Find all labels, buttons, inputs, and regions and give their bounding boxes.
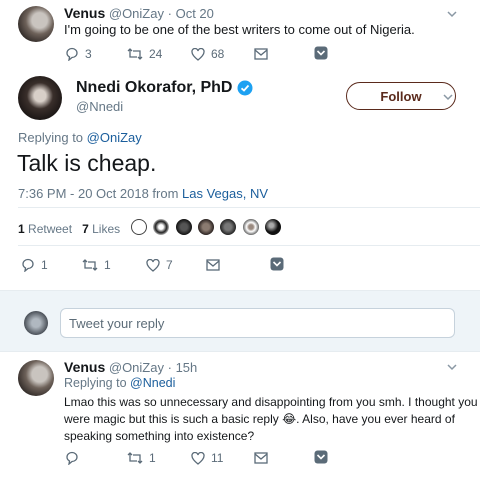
- chevron-down-icon[interactable]: [447, 9, 457, 19]
- message-icon[interactable]: [206, 259, 220, 271]
- message-icon[interactable]: [254, 48, 268, 60]
- avatar: [24, 311, 48, 335]
- tweet-date[interactable]: 15h: [176, 360, 198, 375]
- author-handle[interactable]: @OniZay: [109, 6, 164, 21]
- separator: ·: [167, 6, 172, 21]
- tweet-text-line: were magic but this is such a basic repl…: [64, 411, 476, 428]
- heart-icon: [146, 258, 160, 272]
- liker-avatar[interactable]: [220, 219, 236, 235]
- like-stat-count: 7: [82, 222, 89, 236]
- emoji: 😂: [282, 412, 297, 426]
- liker-avatar[interactable]: [153, 219, 169, 235]
- more-icon[interactable]: [270, 257, 284, 271]
- tweet-text-line: speaking something into existence?: [64, 429, 255, 443]
- like-button[interactable]: 68: [191, 47, 224, 61]
- author-name[interactable]: Nnedi Okorafor, PhD: [76, 79, 232, 97]
- like-button[interactable]: 11: [191, 451, 223, 465]
- chevron-down-icon[interactable]: [447, 362, 457, 372]
- replying-to-link[interactable]: @Nnedi: [130, 376, 175, 390]
- replying-to-prefix: Replying to: [18, 130, 84, 145]
- retweet-button[interactable]: 24: [127, 47, 162, 61]
- tweet-header: Venus @OniZay · 15h: [64, 359, 197, 375]
- avatar[interactable]: [18, 76, 62, 120]
- retweet-stat-count: 1: [18, 222, 25, 236]
- liker-avatar[interactable]: [243, 219, 259, 235]
- tweet-date[interactable]: Oct 20: [176, 6, 214, 21]
- retweet-icon: [127, 452, 143, 464]
- replying-to-link[interactable]: @OniZay: [87, 130, 142, 145]
- retweet-button[interactable]: 1: [82, 258, 111, 272]
- like-stat[interactable]: 7 Likes: [82, 222, 120, 236]
- like-count: 11: [211, 451, 224, 465]
- author-handle[interactable]: @Nnedi: [76, 99, 123, 114]
- tweet-header: Venus @OniZay · Oct 20: [64, 5, 214, 21]
- tweet-timestamp: 7:36 PM - 20 Oct 2018 from Las Vegas, NV: [18, 186, 268, 201]
- divider: [18, 207, 480, 208]
- separator: ·: [167, 360, 172, 375]
- retweet-icon: [82, 259, 98, 271]
- replying-to-prefix: Replying to: [64, 376, 127, 390]
- retweet-icon: [127, 48, 143, 60]
- reply-input[interactable]: Tweet your reply: [60, 308, 455, 338]
- like-count: 7: [166, 258, 173, 272]
- heart-icon: [191, 47, 205, 61]
- liker-avatar[interactable]: [198, 219, 214, 235]
- like-button[interactable]: 7: [146, 258, 173, 272]
- reply-count: 1: [41, 258, 48, 272]
- liker-avatar[interactable]: [176, 219, 192, 235]
- retweet-button[interactable]: 1: [127, 451, 156, 465]
- retweet-count: 1: [149, 451, 156, 465]
- retweet-stat-label: Retweet: [28, 222, 73, 236]
- liker-avatar[interactable]: [131, 219, 147, 235]
- liker-avatar[interactable]: [265, 219, 281, 235]
- retweet-count: 24: [149, 47, 163, 61]
- verified-badge-icon: [237, 80, 253, 96]
- tweet-text: Lmao this was so unnecessary and disappo…: [64, 394, 478, 445]
- location-link[interactable]: Las Vegas, NV: [182, 186, 268, 201]
- more-icon[interactable]: [314, 46, 328, 60]
- main-tweet-text: Talk is cheap.: [17, 150, 157, 176]
- retweet-count: 1: [104, 258, 111, 272]
- author-name[interactable]: Venus: [64, 359, 105, 375]
- tweet-text-part: . Also, have you ever heard of: [296, 412, 455, 426]
- retweet-stat[interactable]: 1 Retweet: [18, 222, 72, 236]
- reply-icon: [22, 258, 34, 272]
- author-handle[interactable]: @OniZay: [109, 360, 164, 375]
- replying-to: Replying to @OniZay: [18, 130, 142, 145]
- tweet-text: I'm going to be one of the best writers …: [64, 22, 415, 37]
- tweet-stats: 1 Retweet 7 Likes: [18, 222, 120, 236]
- divider: [18, 245, 480, 246]
- tweet-text-line: Lmao this was so unnecessary and disappo…: [64, 395, 478, 409]
- avatar[interactable]: [18, 6, 54, 42]
- tweet-text-part: were magic but this is such a basic repl…: [64, 412, 279, 426]
- timestamp-text: 7:36 PM - 20 Oct 2018 from: [18, 186, 179, 201]
- heart-icon: [191, 451, 205, 465]
- reply-icon: [66, 47, 78, 61]
- chevron-down-icon[interactable]: [443, 92, 453, 102]
- like-stat-label: Likes: [92, 222, 121, 236]
- main-author-name[interactable]: Nnedi Okorafor, PhD: [76, 79, 253, 97]
- avatar[interactable]: [18, 360, 54, 396]
- reply-button[interactable]: 3: [65, 47, 92, 61]
- reply-button[interactable]: 1: [21, 258, 48, 272]
- more-icon[interactable]: [314, 450, 328, 464]
- reply-count: 3: [85, 47, 92, 61]
- follow-button[interactable]: Follow: [346, 82, 456, 110]
- message-icon[interactable]: [254, 452, 268, 464]
- author-name[interactable]: Venus: [64, 5, 105, 21]
- like-count: 68: [211, 47, 225, 61]
- reply-icon[interactable]: [65, 451, 79, 465]
- replying-to: Replying to @Nnedi: [64, 376, 175, 390]
